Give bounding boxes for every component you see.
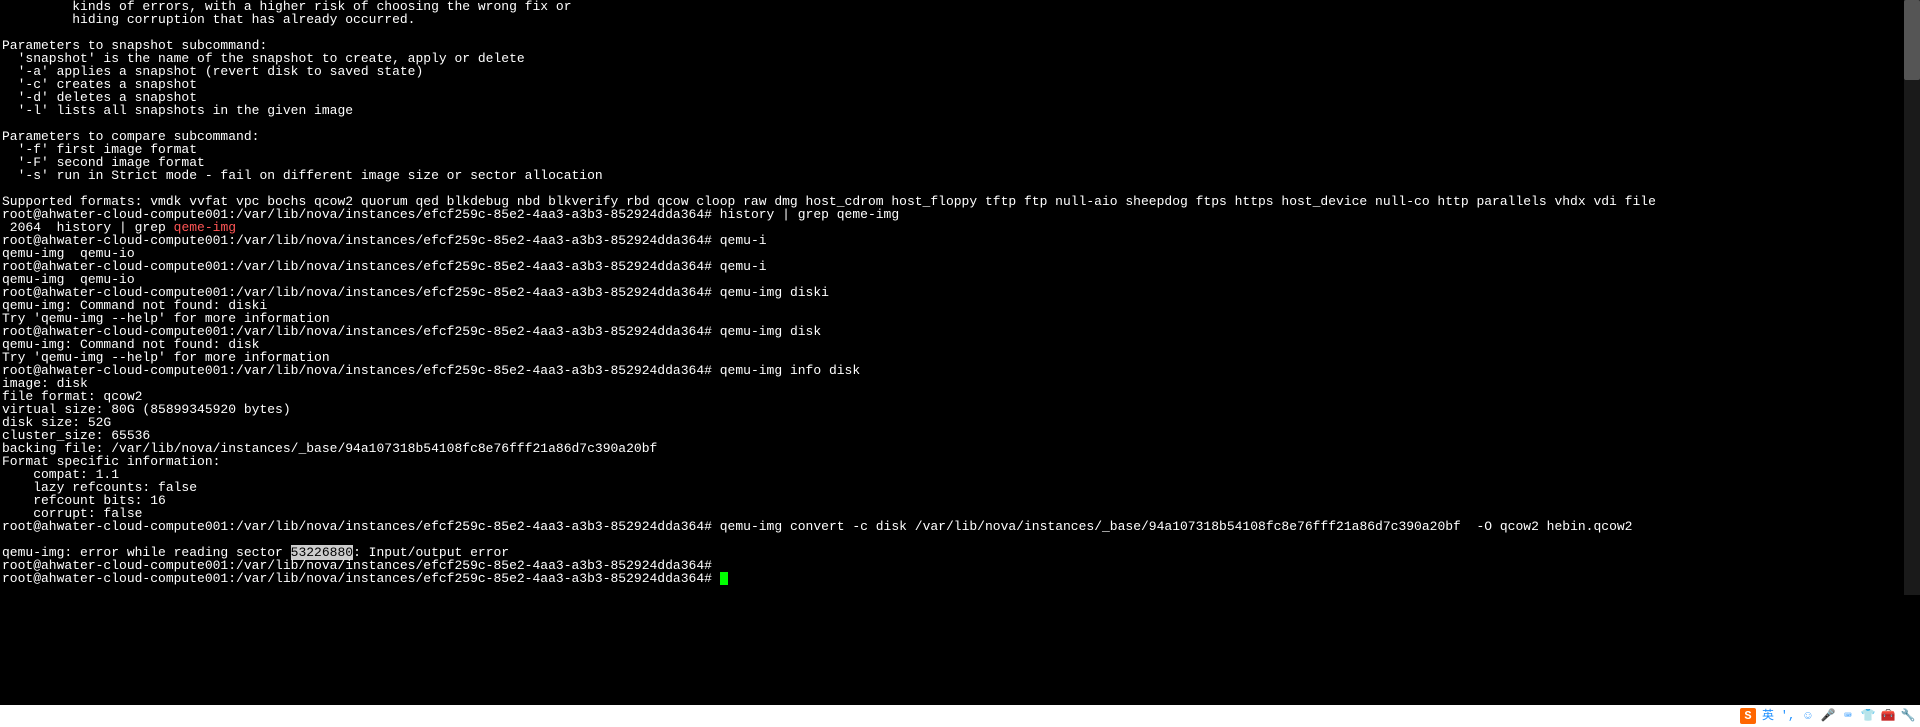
command: qemu-img diski bbox=[720, 285, 829, 300]
ime-skin-icon[interactable]: 👕 bbox=[1860, 708, 1876, 724]
ime-taskbar: S 英 ', ☺ 🎤 ⌨ 👕 🧰 🔧 bbox=[0, 705, 1920, 727]
command: qemu-img convert -c disk /var/lib/nova/i… bbox=[720, 519, 1633, 534]
ime-emoji-icon[interactable]: ☺ bbox=[1800, 708, 1816, 724]
command: history | grep qeme-img bbox=[720, 207, 899, 222]
scrollbar-thumb[interactable] bbox=[1904, 0, 1920, 80]
ime-punct-indicator[interactable]: ', bbox=[1780, 708, 1796, 724]
ime-toolbox-icon[interactable]: 🧰 bbox=[1880, 708, 1896, 724]
command: qemu-img disk bbox=[720, 324, 821, 339]
help-text: '-s' run in Strict mode - fail on differ… bbox=[2, 168, 603, 183]
ime-settings-icon[interactable]: 🔧 bbox=[1900, 708, 1916, 724]
shell-prompt: root@ahwater-cloud-compute001:/var/lib/n… bbox=[2, 571, 712, 586]
shell-prompt: root@ahwater-cloud-compute001:/var/lib/n… bbox=[2, 363, 712, 378]
terminal-cursor[interactable] bbox=[720, 572, 728, 585]
scrollbar-track[interactable] bbox=[1904, 0, 1920, 595]
help-text: hiding corruption that has already occur… bbox=[2, 12, 415, 27]
ime-mic-icon[interactable]: 🎤 bbox=[1820, 708, 1836, 724]
command: qemu-i bbox=[720, 259, 767, 274]
ime-keyboard-icon[interactable]: ⌨ bbox=[1840, 708, 1856, 724]
command: qemu-img info disk bbox=[720, 363, 860, 378]
command: qemu-i bbox=[720, 233, 767, 248]
sogou-ime-icon[interactable]: S bbox=[1740, 708, 1756, 724]
terminal-output[interactable]: kinds of errors, with a higher risk of c… bbox=[0, 0, 1552, 595]
ime-language-indicator[interactable]: 英 bbox=[1760, 708, 1776, 724]
shell-prompt: root@ahwater-cloud-compute001:/var/lib/n… bbox=[2, 519, 712, 534]
help-text: '-l' lists all snapshots in the given im… bbox=[2, 103, 353, 118]
